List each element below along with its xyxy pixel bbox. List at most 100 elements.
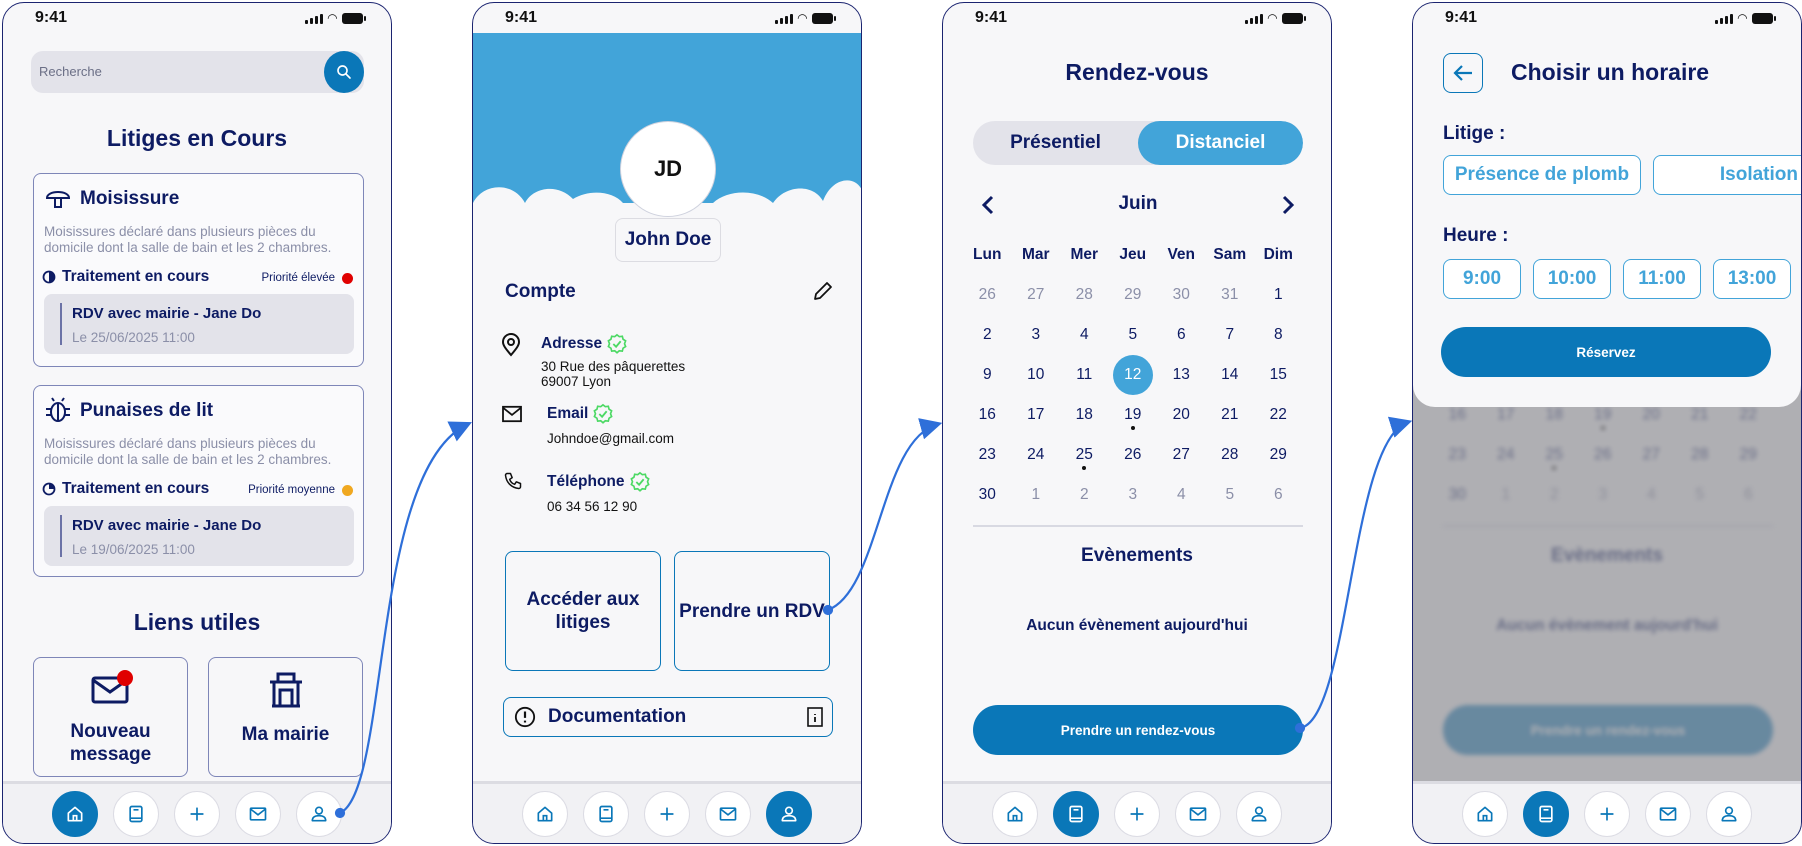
case-card[interactable]: Punaises de lit Moisissures déclaré dans…: [33, 385, 364, 577]
litige-chip[interactable]: Isolation: [1653, 155, 1801, 195]
nav-mail-button[interactable]: [1645, 790, 1691, 837]
calendar-day[interactable]: 20: [1157, 406, 1206, 424]
calendar-day[interactable]: 25: [1060, 446, 1109, 470]
address-line2: 69007 Lyon: [541, 374, 612, 389]
nav-mail-button[interactable]: [705, 790, 751, 837]
nav-profile-button[interactable]: [1706, 790, 1752, 837]
calendar-day[interactable]: 29: [1254, 446, 1303, 464]
calendar-day[interactable]: 29: [1109, 286, 1158, 304]
calendar-day[interactable]: 19: [1109, 406, 1158, 430]
calendar-day[interactable]: 27: [1012, 286, 1061, 304]
wifi-icon: ◠: [1267, 11, 1277, 25]
calendar-day[interactable]: 18: [1060, 406, 1109, 424]
calendar-day[interactable]: 5: [1206, 486, 1255, 504]
nav-add-button[interactable]: [1584, 790, 1630, 837]
calendar-day[interactable]: 6: [1157, 326, 1206, 344]
hour-chip[interactable]: 11:00: [1623, 259, 1701, 299]
calendar-day[interactable]: 30: [1157, 286, 1206, 304]
weekday-header: Dim: [1263, 246, 1293, 263]
edit-icon[interactable]: [811, 279, 835, 303]
calendar-day[interactable]: 1: [1254, 286, 1303, 304]
nav-home-button[interactable]: [1462, 790, 1508, 837]
calendar-day-selected[interactable]: 12: [1109, 355, 1158, 395]
calendar-day[interactable]: 26: [1109, 446, 1158, 464]
calendar-day[interactable]: 4: [1060, 326, 1109, 344]
documentation-button[interactable]: Documentation: [503, 697, 833, 737]
address-info: Adresse 30 Rue des pâquerettes 69007 Lyo…: [541, 333, 685, 389]
hour-chip[interactable]: 9:00: [1443, 259, 1521, 299]
chevron-right-icon[interactable]: [1281, 195, 1295, 215]
calendar-day[interactable]: 1: [1012, 486, 1061, 504]
access-litiges-button[interactable]: Accéder aux litiges: [505, 551, 661, 671]
calendar-day[interactable]: 22: [1254, 406, 1303, 424]
calendar-day[interactable]: 4: [1157, 486, 1206, 504]
litige-chip[interactable]: Présence de plomb: [1443, 155, 1641, 195]
nav-book-button[interactable]: [1053, 790, 1099, 837]
calendar-day[interactable]: 28: [1206, 446, 1255, 464]
nav-mail-button[interactable]: [1175, 790, 1221, 837]
toggle-distanciel[interactable]: Distanciel: [1138, 121, 1303, 165]
calendar-day[interactable]: 26: [963, 286, 1012, 304]
nav-profile-button[interactable]: [766, 790, 812, 837]
mode-toggle[interactable]: Présentiel Distanciel: [973, 121, 1303, 165]
appointment-card[interactable]: RDV avec mairie - Jane Do Le 25/06/2025 …: [44, 294, 354, 354]
calendar-day[interactable]: 2: [1060, 486, 1109, 504]
chevron-left-icon[interactable]: [981, 195, 995, 215]
calendar-day[interactable]: 5: [1109, 326, 1158, 344]
calendar-day[interactable]: 24: [1012, 446, 1061, 464]
verified-icon: [629, 471, 651, 493]
nav-add-button[interactable]: [174, 790, 220, 837]
calendar-day[interactable]: 14: [1206, 366, 1255, 384]
nav-book-button[interactable]: [1523, 790, 1569, 837]
calendar-day[interactable]: 2: [963, 326, 1012, 344]
nav-mail-button[interactable]: [235, 790, 281, 837]
search-input[interactable]: Recherche: [31, 51, 364, 93]
toggle-presentiel[interactable]: Présentiel: [973, 121, 1138, 165]
calendar-day[interactable]: 16: [963, 406, 1012, 424]
calendar-day[interactable]: 8: [1254, 326, 1303, 344]
calendar-day[interactable]: 30: [963, 486, 1012, 504]
hour-chip[interactable]: 13:00: [1713, 259, 1791, 299]
calendar-day[interactable]: 17: [1012, 406, 1061, 424]
nav-profile-button[interactable]: [1236, 790, 1282, 837]
nav-home-button[interactable]: [52, 790, 98, 837]
wifi-icon: ◠: [327, 11, 337, 25]
nav-book-button[interactable]: [583, 790, 629, 837]
hour-chip[interactable]: 10:00: [1533, 259, 1611, 299]
nav-home-button[interactable]: [992, 790, 1038, 837]
town-hall-link[interactable]: Ma mairie: [208, 657, 363, 777]
calendar-day[interactable]: 11: [1060, 366, 1109, 384]
case-title: Punaises de lit: [80, 400, 214, 421]
reserve-button[interactable]: Réservez: [1441, 327, 1771, 377]
calendar-day[interactable]: 28: [1060, 286, 1109, 304]
calendar-day[interactable]: 15: [1254, 366, 1303, 384]
new-message-link[interactable]: Nouveau message: [33, 657, 188, 777]
calendar-day[interactable]: 7: [1206, 326, 1255, 344]
nav-home-button[interactable]: [522, 790, 568, 837]
search-button[interactable]: [324, 51, 364, 93]
case-title: Moisissure: [80, 188, 180, 209]
address-line1: 30 Rue des pâquerettes: [541, 359, 686, 374]
calendar-day[interactable]: 13: [1157, 366, 1206, 384]
calendar-day[interactable]: 6: [1254, 486, 1303, 504]
calendar-day[interactable]: 3: [1109, 486, 1158, 504]
calendar-day[interactable]: 31: [1206, 286, 1255, 304]
calendar-day[interactable]: 9: [963, 366, 1012, 384]
case-card[interactable]: Moisissure Moisissures déclaré dans plus…: [33, 173, 364, 367]
calendar-day[interactable]: 3: [1012, 326, 1061, 344]
weekday-header: Mar: [1021, 246, 1050, 263]
nav-add-button[interactable]: [644, 790, 690, 837]
home-icon: [1475, 804, 1495, 824]
nav-profile-button[interactable]: [296, 790, 342, 837]
calendar-day[interactable]: 27: [1157, 446, 1206, 464]
user-icon: [309, 804, 329, 824]
nav-add-button[interactable]: [1114, 790, 1160, 837]
calendar-day[interactable]: 23: [963, 446, 1012, 464]
calendar-day[interactable]: 21: [1206, 406, 1255, 424]
back-button[interactable]: [1443, 53, 1483, 93]
book-appointment-button[interactable]: Prendre un rendez-vous: [973, 705, 1303, 755]
nav-book-button[interactable]: [113, 790, 159, 837]
appointment-card[interactable]: RDV avec mairie - Jane Do Le 19/06/2025 …: [44, 506, 354, 566]
calendar-day[interactable]: 10: [1012, 366, 1061, 384]
book-appointment-button[interactable]: Prendre un RDV: [674, 551, 830, 671]
